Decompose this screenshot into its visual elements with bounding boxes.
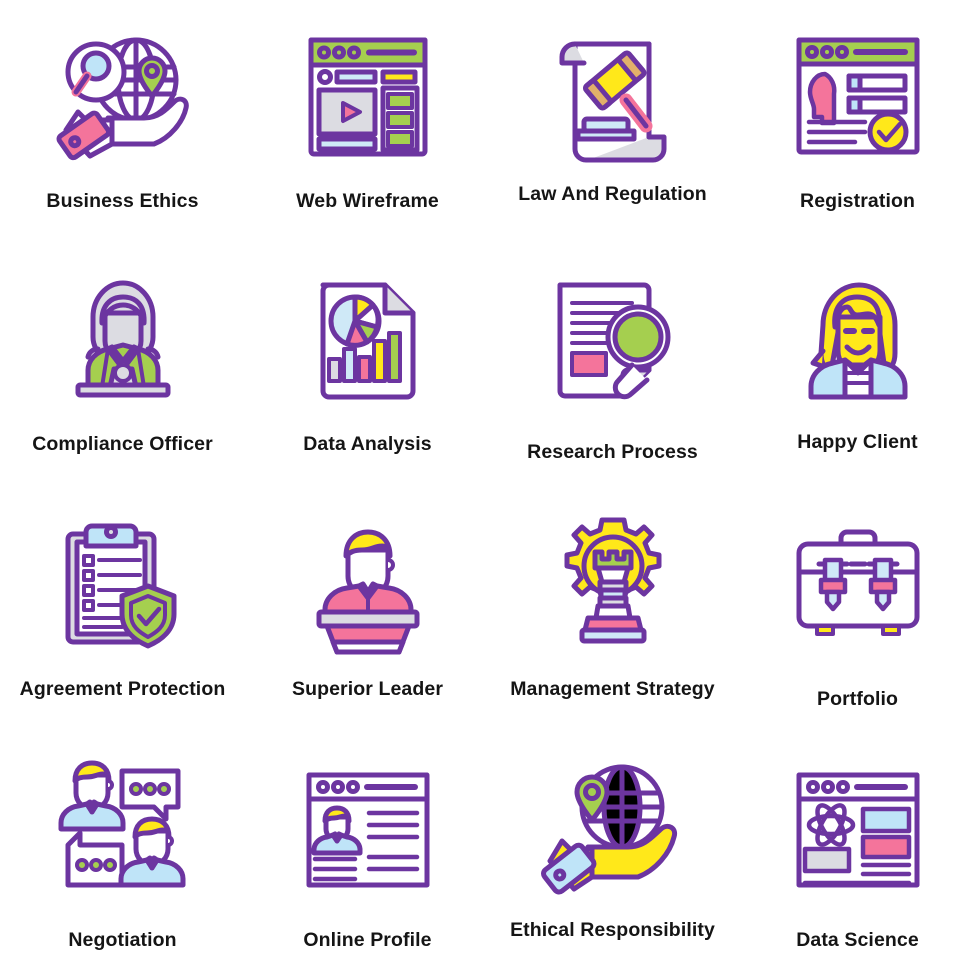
hand-globe-pin-icon [538,755,688,905]
icon-label: Superior Leader [291,678,444,700]
browser-wireframe-play-icon [293,22,443,172]
icon-card-ethical-responsibility[interactable]: Ethical Responsibility [490,735,735,980]
browser-atom-blocks-icon [783,755,933,905]
hand-globe-magnifier-pin-icon [48,22,198,172]
icon-label: Registration [800,190,915,212]
icon-card-data-analysis[interactable]: Data Analysis [245,245,490,490]
icon-card-online-profile[interactable]: Online Profile [245,735,490,980]
document-magnifier-icon [538,265,688,415]
briefcase-buckles-icon [783,508,933,658]
icon-card-law-and-regulation[interactable]: Law And Regulation [490,0,735,245]
browser-form-check-icon [783,22,933,172]
smiling-woman-avatar-icon [783,265,933,415]
icon-card-management-strategy[interactable]: Management Strategy [490,490,735,735]
icon-label: Happy Client [797,431,918,453]
icon-card-data-science[interactable]: Data Science [735,735,980,980]
icon-label: Ethical Responsibility [510,919,715,941]
icon-card-negotiation[interactable]: Negotiation [0,735,245,980]
browser-profile-card-icon [293,755,443,905]
icon-label: Business Ethics [46,190,199,212]
icon-label: Management Strategy [510,678,715,700]
scroll-gavel-icon [538,22,688,172]
icon-card-registration[interactable]: Registration [735,0,980,245]
icon-label: Data Science [796,929,919,951]
icon-card-web-wireframe[interactable]: Web Wireframe [245,0,490,245]
gear-bulb-chess-rook-icon [538,508,688,658]
icon-label: Agreement Protection [19,678,226,700]
icon-label: Law And Regulation [518,183,707,205]
speaker-podium-icon [293,508,443,658]
icon-card-portfolio[interactable]: Portfolio [735,490,980,735]
document-pie-bars-icon [293,265,443,415]
icon-label: Research Process [527,441,698,463]
icon-label: Web Wireframe [296,190,439,212]
clipboard-shield-check-icon [48,508,198,658]
woman-suit-avatar-icon [48,265,198,415]
icon-grid: Business Ethics Web Wireframe Law And Re… [0,0,980,980]
icon-card-business-ethics[interactable]: Business Ethics [0,0,245,245]
icon-card-compliance-officer[interactable]: Compliance Officer [0,245,245,490]
icon-label: Data Analysis [303,433,432,455]
icon-label: Compliance Officer [32,433,213,455]
icon-card-agreement-protection[interactable]: Agreement Protection [0,490,245,735]
icon-label: Negotiation [68,929,177,951]
icon-label: Online Profile [303,929,432,951]
icon-card-superior-leader[interactable]: Superior Leader [245,490,490,735]
icon-card-research-process[interactable]: Research Process [490,245,735,490]
two-people-chat-bubbles-icon [48,755,198,905]
icon-card-happy-client[interactable]: Happy Client [735,245,980,490]
icon-label: Portfolio [816,688,899,710]
